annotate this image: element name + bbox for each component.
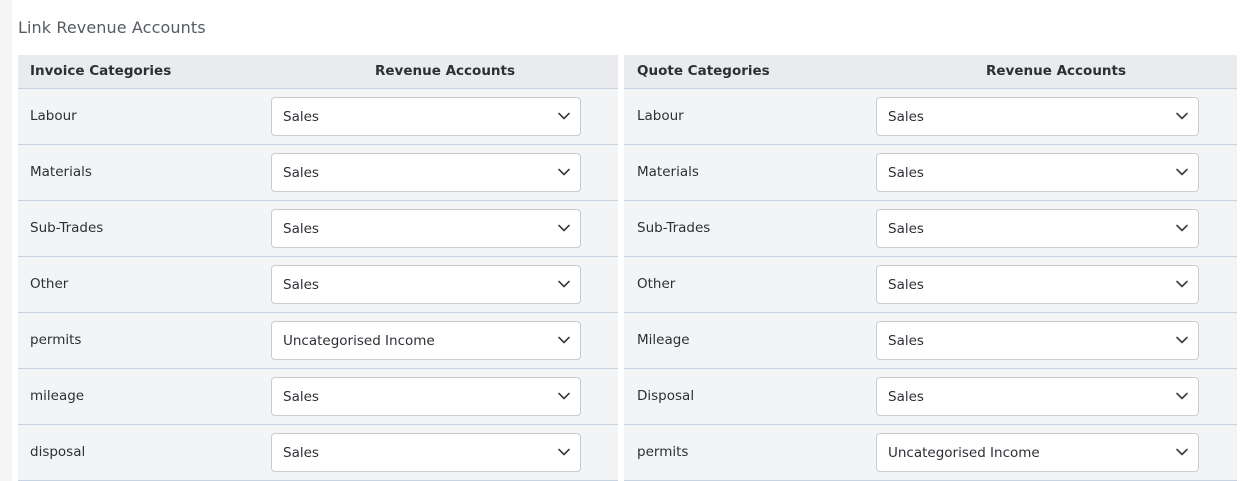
table-row: Disposal Sales <box>624 369 1237 425</box>
selected-account: Sales <box>283 445 319 461</box>
selected-account: Sales <box>888 333 924 349</box>
category-label: Materials <box>30 164 92 180</box>
selected-account: Sales <box>888 165 924 181</box>
category-label: permits <box>637 444 689 460</box>
revenue-account-select[interactable]: Sales <box>271 97 581 136</box>
table-row: mileage Sales <box>18 369 618 425</box>
chevron-down-icon <box>1175 165 1189 179</box>
category-label: Other <box>30 276 69 292</box>
selected-account: Sales <box>283 109 319 125</box>
quote-categories-header: Quote Categories <box>637 63 770 79</box>
selected-account: Sales <box>888 389 924 405</box>
category-label: mileage <box>30 388 85 404</box>
chevron-down-icon <box>557 389 571 403</box>
chevron-down-icon <box>557 333 571 347</box>
revenue-account-select[interactable]: Sales <box>876 377 1199 416</box>
category-label: Sub-Trades <box>637 220 711 236</box>
table-row: permits Uncategorised Income <box>624 425 1237 481</box>
category-label: Materials <box>637 164 699 180</box>
page-title: Link Revenue Accounts <box>18 18 206 37</box>
table-row: Labour Sales <box>18 89 618 145</box>
selected-account: Uncategorised Income <box>283 333 435 349</box>
table-row: Materials Sales <box>18 145 618 201</box>
category-label: permits <box>30 332 82 348</box>
table-header: Invoice Categories Revenue Accounts <box>18 55 618 89</box>
chevron-down-icon <box>1175 445 1189 459</box>
table-row: Sub-Trades Sales <box>624 201 1237 257</box>
chevron-down-icon <box>1175 389 1189 403</box>
revenue-account-select[interactable]: Sales <box>271 153 581 192</box>
revenue-account-select[interactable]: Uncategorised Income <box>876 433 1199 472</box>
revenue-account-select[interactable]: Uncategorised Income <box>271 321 581 360</box>
category-label: Sub-Trades <box>30 220 104 236</box>
chevron-down-icon <box>557 109 571 123</box>
revenue-account-select[interactable]: Sales <box>876 209 1199 248</box>
category-label: Labour <box>30 108 77 124</box>
selected-account: Uncategorised Income <box>888 445 1040 461</box>
revenue-account-select[interactable]: Sales <box>271 209 581 248</box>
table-row: Other Sales <box>18 257 618 313</box>
selected-account: Sales <box>283 389 319 405</box>
category-label: Disposal <box>637 388 695 404</box>
selected-account: Sales <box>283 165 319 181</box>
category-label: Labour <box>637 108 684 124</box>
table-row: permits Uncategorised Income <box>18 313 618 369</box>
chevron-down-icon <box>1175 277 1189 291</box>
invoice-categories-header: Invoice Categories <box>30 63 172 79</box>
table-row: Labour Sales <box>624 89 1237 145</box>
invoice-categories-table: Invoice Categories Revenue Accounts Labo… <box>18 55 618 481</box>
chevron-down-icon <box>1175 333 1189 347</box>
table-row: Materials Sales <box>624 145 1237 201</box>
chevron-down-icon <box>557 277 571 291</box>
selected-account: Sales <box>283 277 319 293</box>
table-header: Quote Categories Revenue Accounts <box>624 55 1237 89</box>
selected-account: Sales <box>888 109 924 125</box>
table-row: Other Sales <box>624 257 1237 313</box>
revenue-account-select[interactable]: Sales <box>876 97 1199 136</box>
table-row: Mileage Sales <box>624 313 1237 369</box>
revenue-account-select[interactable]: Sales <box>876 153 1199 192</box>
table-row: Sub-Trades Sales <box>18 201 618 257</box>
selected-account: Sales <box>888 277 924 293</box>
revenue-account-select[interactable]: Sales <box>876 321 1199 360</box>
category-label: Other <box>637 276 676 292</box>
quote-rows: Labour Sales Materials Sales Sub-Trades … <box>624 89 1237 481</box>
category-label: disposal <box>30 444 86 460</box>
revenue-account-select[interactable]: Sales <box>271 433 581 472</box>
invoice-rows: Labour Sales Materials Sales Sub-Trades … <box>18 89 618 481</box>
chevron-down-icon <box>557 445 571 459</box>
revenue-account-select[interactable]: Sales <box>271 265 581 304</box>
chevron-down-icon <box>557 165 571 179</box>
revenue-account-select[interactable]: Sales <box>271 377 581 416</box>
chevron-down-icon <box>557 221 571 235</box>
revenue-accounts-header: Revenue Accounts <box>986 63 1127 79</box>
quote-categories-table: Quote Categories Revenue Accounts Labour… <box>624 55 1237 481</box>
revenue-account-select[interactable]: Sales <box>876 265 1199 304</box>
selected-account: Sales <box>888 221 924 237</box>
revenue-accounts-header: Revenue Accounts <box>375 63 516 79</box>
category-label: Mileage <box>637 332 690 348</box>
chevron-down-icon <box>1175 109 1189 123</box>
table-row: disposal Sales <box>18 425 618 481</box>
chevron-down-icon <box>1175 221 1189 235</box>
selected-account: Sales <box>283 221 319 237</box>
